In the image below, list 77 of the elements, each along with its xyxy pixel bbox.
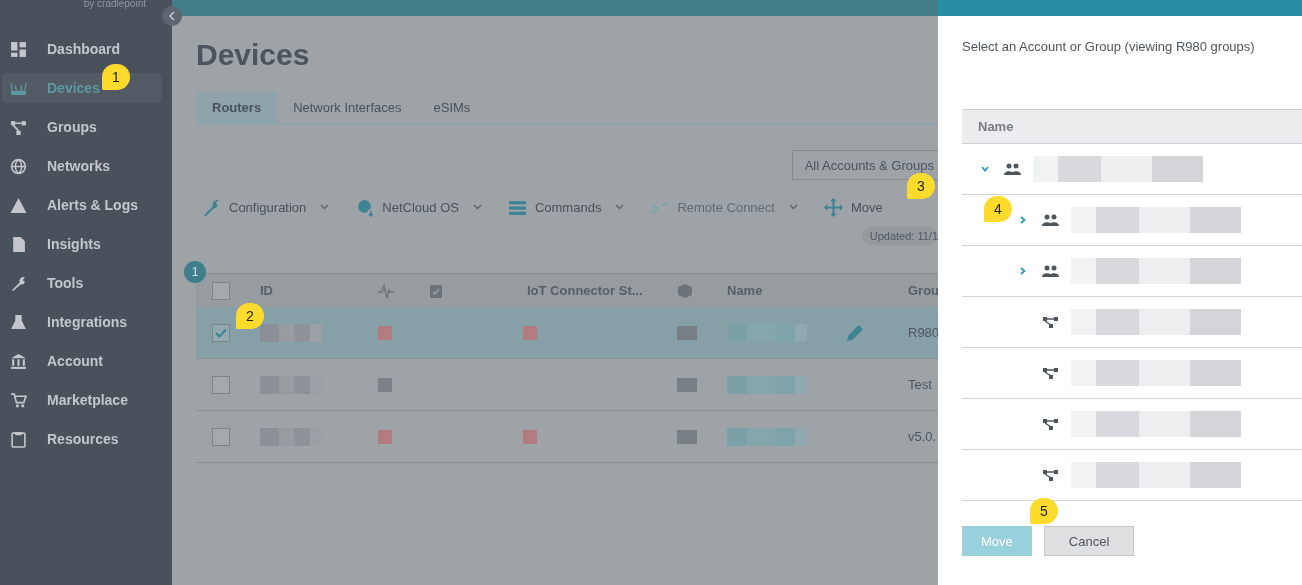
sidebar-item[interactable]: Resources: [2, 424, 162, 454]
blurred-text[interactable]: [1071, 360, 1241, 386]
move-icon: [823, 197, 843, 217]
clipboard-icon: [10, 430, 27, 448]
hierarchy-icon: [1042, 469, 1059, 481]
sidebar-item[interactable]: Tools: [2, 268, 162, 298]
people-icon: [1042, 214, 1059, 226]
column-header[interactable]: ID: [260, 283, 378, 298]
collapse-icon[interactable]: [162, 6, 182, 26]
tab[interactable]: Routers: [196, 92, 278, 123]
flask-icon: [10, 313, 27, 331]
row-checkbox[interactable]: [212, 323, 230, 342]
cart-icon: [10, 391, 27, 409]
blurred-block: [677, 429, 697, 444]
updated-label: Updated: 11/1: [861, 227, 938, 245]
toolbar-button[interactable]: NetCloud OS: [355, 197, 482, 217]
warning-icon: [10, 196, 27, 214]
blurred-text[interactable]: [1071, 258, 1241, 284]
blurred-text[interactable]: [1071, 462, 1241, 488]
document-icon: [10, 235, 27, 253]
clipboard-check-icon: [428, 282, 444, 299]
sidebar-item[interactable]: Account: [2, 346, 162, 376]
sidebar-item[interactable]: Insights: [2, 229, 162, 259]
sidebar-item[interactable]: Marketplace: [2, 385, 162, 415]
tab[interactable]: Network Interfaces: [277, 92, 418, 123]
selected-count-badge: 1: [184, 261, 206, 283]
hierarchy-icon: [1042, 418, 1059, 430]
hierarchy-icon: [1042, 316, 1059, 328]
sidebar-item[interactable]: Alerts & Logs: [2, 190, 162, 220]
drawer-title: Select an Account or Group (viewing R980 groups): [962, 39, 1256, 54]
table-cell: v5.0.: [908, 429, 938, 444]
toolbar-button[interactable]: Move: [823, 197, 883, 217]
select-all-checkbox[interactable]: [212, 281, 230, 300]
chevron-right-icon[interactable]: [1018, 266, 1028, 276]
sidebar-item[interactable]: Integrations: [2, 307, 162, 337]
blurred-text[interactable]: [1071, 411, 1241, 437]
people-icon: [1042, 265, 1059, 277]
table-cell-text: Test: [908, 377, 933, 392]
row-checkbox[interactable]: [212, 427, 230, 446]
sidebar-item[interactable]: Groups: [2, 112, 162, 142]
brand-text: by cradlepoint: [82, 0, 147, 11]
column-header[interactable]: Grou: [908, 283, 938, 298]
dashboard-icon: [10, 40, 27, 58]
row-checkbox[interactable]: [212, 375, 230, 394]
hierarchy-icon: [10, 118, 27, 136]
chevron-down-icon[interactable]: [980, 164, 990, 174]
column-header[interactable]: Name: [727, 283, 846, 298]
wrench-icon: [202, 197, 221, 217]
bank-icon: [10, 352, 27, 370]
callout-badge: 3: [907, 173, 935, 199]
toolbar-button[interactable]: Configuration: [202, 197, 330, 217]
globe-icon: [10, 157, 27, 175]
sidebar-item[interactable]: Networks: [2, 151, 162, 181]
people-icon: [1004, 163, 1021, 175]
tab[interactable]: eSIMs: [417, 92, 487, 123]
column-header: Name: [978, 119, 1014, 134]
cancel-button[interactable]: Cancel: [1043, 526, 1135, 556]
pulse-icon: [378, 282, 394, 299]
pencil-icon[interactable]: [846, 323, 865, 342]
hierarchy-icon: [1042, 367, 1059, 379]
table-cell: R980: [908, 325, 938, 340]
blurred-text: [260, 323, 322, 342]
blurred-text[interactable]: [1033, 156, 1203, 182]
page-title: Devices: [196, 38, 311, 73]
blurred-text[interactable]: [1071, 207, 1241, 233]
callout-badge: 5: [1030, 498, 1058, 524]
chevron-right-icon[interactable]: [1018, 215, 1028, 225]
cube-icon: [677, 282, 693, 299]
chip-download-icon: [355, 197, 375, 217]
sidebar-item[interactable]: Dashboard: [2, 34, 162, 64]
column-header[interactable]: IoT Connector St...: [527, 283, 677, 298]
callout-badge: 1: [102, 64, 130, 90]
toolbar-button[interactable]: Commands: [507, 197, 625, 217]
blurred-block: [677, 377, 697, 392]
wrench-icon: [10, 274, 27, 292]
blurred-block: [677, 325, 697, 340]
blurred-text[interactable]: [1071, 309, 1241, 335]
